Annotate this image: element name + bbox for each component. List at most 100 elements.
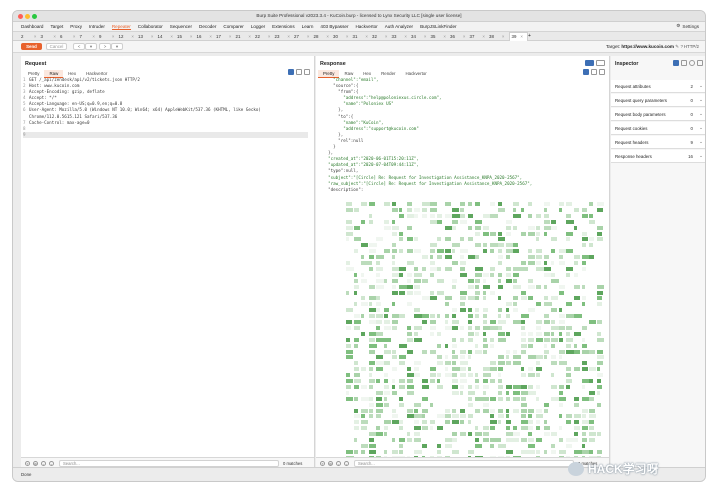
close-tab-icon[interactable]: × (170, 34, 173, 39)
repeater-tab[interactable]: 33 × (392, 34, 412, 39)
request-search-input[interactable]: Search... (59, 460, 279, 467)
next-match-icon[interactable]: › (49, 461, 54, 466)
forward-button[interactable]: > (99, 43, 111, 50)
main-tab-target[interactable]: Target (50, 24, 63, 29)
layout-icon[interactable] (673, 60, 679, 66)
close-tab-icon[interactable]: × (346, 34, 349, 39)
close-tab-icon[interactable]: × (248, 34, 251, 39)
repeater-tab[interactable]: 2 × (21, 34, 41, 39)
repeater-tab[interactable]: 7 × (80, 34, 100, 39)
inspector-row[interactable]: Request query parameters 0 ⌄ (611, 94, 705, 107)
inspector-row[interactable]: Request headers 9 ⌄ (611, 136, 705, 149)
main-tab-decoder[interactable]: Decoder (199, 24, 216, 29)
chevron-down-icon[interactable]: ⌄ (699, 153, 703, 159)
close-tab-icon[interactable]: × (307, 34, 310, 39)
target-display[interactable]: Target: https://www.kucoin.com ✎ ? (606, 44, 683, 50)
main-tab-sequencer[interactable]: Sequencer (170, 24, 192, 29)
response-viewer[interactable]: "channel":"email", "source":{ "from":{ "… (318, 77, 607, 193)
main-tab-logger[interactable]: Logger (251, 24, 265, 29)
repeater-tab[interactable]: 27 × (294, 34, 314, 39)
close-tab-icon[interactable]: × (463, 34, 466, 39)
help-icon[interactable]: ? (320, 461, 325, 466)
request-editor[interactable]: 1 GET /_api/zendesk/api/v2/tickets.json H… (23, 77, 312, 138)
next-match-icon[interactable]: › (344, 461, 349, 466)
repeater-tab[interactable]: 31 × (353, 34, 373, 39)
help-icon[interactable]: ? (680, 44, 683, 49)
close-tab-icon[interactable]: × (268, 34, 271, 39)
main-tab-403-bypasser[interactable]: 403 Bypasser (320, 24, 348, 29)
inspector-row[interactable]: Request body parameters 0 ⌄ (611, 108, 705, 121)
close-tab-icon[interactable]: × (385, 34, 388, 39)
close-tab-icon[interactable]: × (443, 34, 446, 39)
repeater-tab[interactable]: 3 × (41, 34, 61, 39)
send-button[interactable]: Send (21, 43, 42, 50)
repeater-tab[interactable]: 32 × (372, 34, 392, 39)
repeater-tab[interactable]: 22 × (255, 34, 275, 39)
inspector-row[interactable]: Request attributes 2 ⌄ (611, 80, 705, 93)
repeater-tab[interactable]: 15 × (177, 34, 197, 39)
chevron-down-icon[interactable]: ⌄ (699, 83, 703, 89)
newline-toggle-icon[interactable] (591, 69, 597, 75)
repeater-tab[interactable]: 30 × (333, 34, 353, 39)
close-tab-icon[interactable]: × (404, 34, 407, 39)
close-tab-icon[interactable]: × (502, 34, 505, 39)
repeater-tab[interactable]: 35 × (431, 34, 451, 39)
wrap-lines-icon[interactable] (583, 69, 589, 75)
close-tab-icon[interactable]: × (151, 34, 154, 39)
main-tab-learn[interactable]: Learn (302, 24, 314, 29)
menu-icon[interactable] (599, 69, 605, 75)
repeater-tab[interactable]: 17 × (216, 34, 236, 39)
menu-icon[interactable] (304, 69, 310, 75)
repeater-tab[interactable]: 9 × (99, 34, 119, 39)
edit-target-icon[interactable]: ✎ (675, 44, 679, 49)
repeater-tab[interactable]: 21 × (236, 34, 256, 39)
close-tab-icon[interactable]: × (424, 34, 427, 39)
repeater-tab[interactable]: 39 × (508, 31, 528, 41)
layout-alt-icon[interactable] (681, 60, 687, 66)
back-button[interactable]: < (73, 43, 85, 50)
repeater-tab[interactable]: 14 × (158, 34, 178, 39)
chevron-down-icon[interactable]: ⌄ (699, 125, 703, 131)
main-tab-comparer[interactable]: Comparer (223, 24, 243, 29)
main-tab-hackvertor[interactable]: Hackvertor (355, 24, 377, 29)
previous-match-icon[interactable]: ‹ (336, 461, 341, 466)
close-tab-icon[interactable]: × (92, 34, 95, 39)
forward-history-dropdown[interactable]: ▾ (111, 43, 123, 50)
close-tab-icon[interactable]: × (326, 34, 329, 39)
repeater-tab[interactable]: 28 × (314, 34, 334, 39)
repeater-tab[interactable]: 6 × (60, 34, 80, 39)
add-tab-button[interactable]: + (528, 33, 531, 39)
chevron-down-icon[interactable]: ⌄ (699, 139, 703, 145)
repeater-tab[interactable]: 34 × (411, 34, 431, 39)
repeater-tab[interactable]: 23 × (275, 34, 295, 39)
settings-icon[interactable]: ⚙ (33, 461, 38, 466)
close-tab-icon[interactable]: × (365, 34, 368, 39)
split-vertical-icon[interactable] (596, 60, 605, 66)
close-tab-icon[interactable]: × (34, 34, 37, 39)
settings-icon[interactable] (689, 60, 695, 66)
main-tab-dashboard[interactable]: Dashboard (21, 24, 43, 29)
main-tab-collaborator[interactable]: Collaborator (138, 24, 163, 29)
inspector-row[interactable]: Response headers 16 ⌄ (611, 150, 705, 163)
http-version-selector[interactable]: HTTP/2 (684, 44, 699, 49)
main-tab-burpjslinkfinder[interactable]: BurpJSLinkFinder (420, 24, 457, 29)
repeater-tab[interactable]: 38 × (489, 34, 509, 39)
inspector-row[interactable]: Request cookies 0 ⌄ (611, 122, 705, 135)
repeater-tab[interactable]: 13 × (138, 34, 158, 39)
settings-button[interactable]: ⚙ Settings (676, 23, 699, 29)
cancel-button[interactable]: Cancel (46, 43, 67, 50)
repeater-tab[interactable]: 16 × (197, 34, 217, 39)
back-history-dropdown[interactable]: ▾ (85, 43, 97, 50)
split-horizontal-icon[interactable] (585, 60, 594, 66)
close-tab-icon[interactable]: × (229, 34, 232, 39)
close-tab-icon[interactable]: × (73, 34, 76, 39)
main-tab-proxy[interactable]: Proxy (70, 24, 82, 29)
main-tab-intruder[interactable]: Intruder (89, 24, 105, 29)
main-tab-auth-analyzer[interactable]: Auth Analyzer (385, 24, 413, 29)
chevron-down-icon[interactable]: ⌄ (699, 111, 703, 117)
repeater-tab[interactable]: 36 × (450, 34, 470, 39)
repeater-tab[interactable]: 37 × (470, 34, 490, 39)
previous-match-icon[interactable]: ‹ (41, 461, 46, 466)
close-tab-icon[interactable]: × (112, 34, 115, 39)
close-tab-icon[interactable]: × (53, 34, 56, 39)
